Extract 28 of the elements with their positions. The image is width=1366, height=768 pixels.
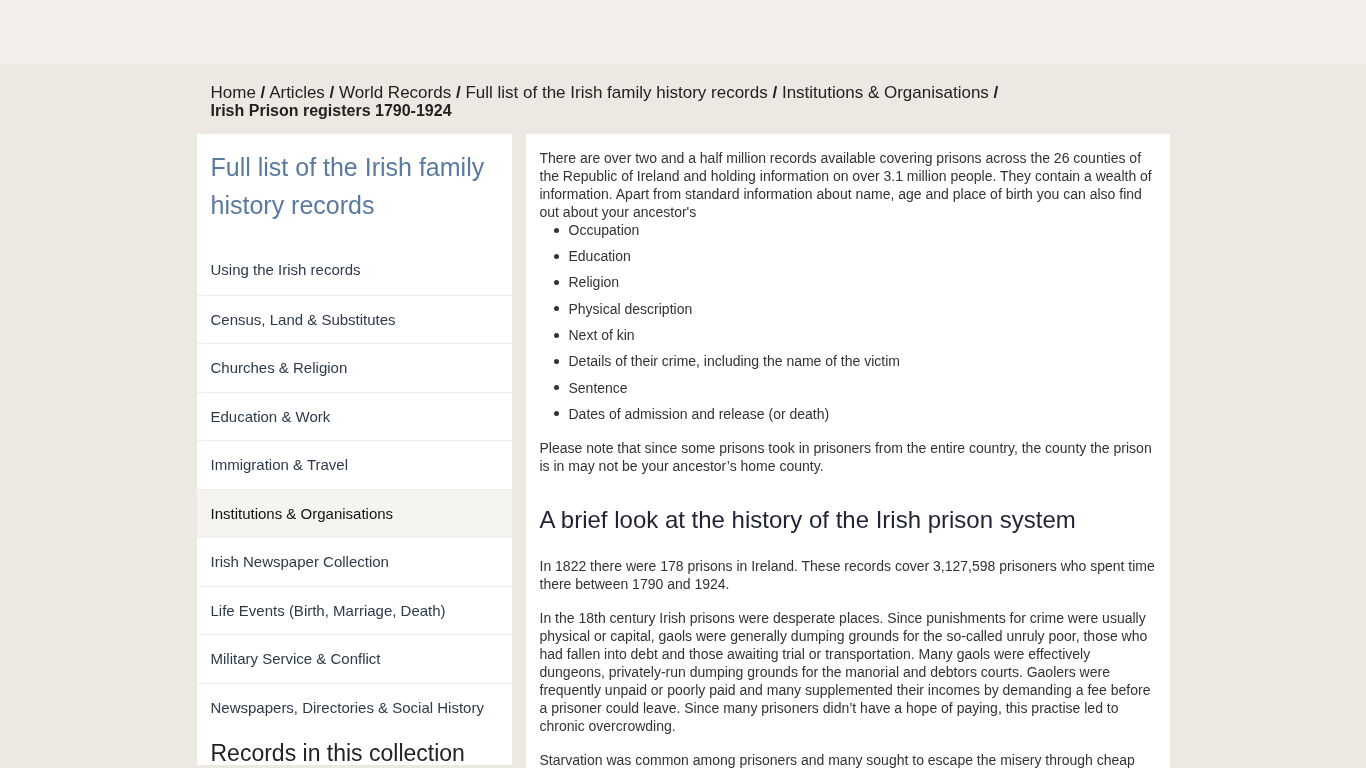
breadcrumb-separator: / — [772, 83, 778, 102]
body-paragraph: In the 18th century Irish prisons were desperate places. Since punishments for crime were usually physical or capital, gaols were generally dumping grounds for the so-called unruly poor, those who had fallen into debt and those awaiting trial or transportation. Many gaols were effectively dungeons, privately-run dumping grounds for the manorial and debtors courts. Gaolers were frequently unpaid or poorly paid and many supplemented their incomes by demanding a fee before a prisoner could leave. Since many prisoners didn’t have a hope of paying, this practise led to chronic overcrowding. — [539, 609, 1152, 736]
bullet-item: Religion — [568, 273, 620, 292]
section-heading: A brief look at the history of the Irish prison system — [539, 505, 1077, 536]
breadcrumb-separator: / — [455, 83, 461, 102]
breadcrumb-link[interactable]: Institutions & Organisations — [781, 83, 989, 102]
note-paragraph: Please note that since some prisons took in prisoners from the entire country, the county the prison is in may not be your ancestor’s home county. — [539, 439, 1153, 476]
breadcrumb-current: Irish Prison registers 1790-1924 — [210, 102, 453, 120]
breadcrumb-link[interactable]: Home — [210, 83, 256, 102]
bullet-item: Sentence — [568, 378, 628, 397]
bullet-item: Occupation — [568, 221, 640, 239]
breadcrumb-separator: / — [260, 83, 266, 102]
breadcrumb-link[interactable]: Full list of the Irish family history records — [465, 83, 768, 102]
sidebar-item[interactable]: Institutions & Organisations — [196, 488, 512, 537]
breadcrumb-link[interactable]: Articles — [269, 83, 325, 102]
body-paragraph: In 1822 there were 178 prisons in Ireland. These records cover 3,127,598 prisoners who spent time there between 1790 and 1924. — [539, 557, 1156, 594]
bullet-item: Education — [568, 247, 631, 266]
intro-paragraph: There are over two and a half million records available covering prisons across the 26 counties of the Republic of Ireland and holding information on over 3.1 million people. They contain a wealth of information. Apart from standard information about name, age and place of birth you can also find out about your ancestor's — [539, 149, 1153, 221]
sidebar-title: Full list of the Irish family history records — [209, 152, 486, 221]
breadcrumb-separator: / — [993, 83, 999, 102]
body-paragraph: Starvation was common among prisoners and many sought to escape the misery through cheap — [539, 751, 1136, 768]
bullet-item: Next of kin — [568, 326, 635, 345]
bullet-item: Details of their crime, including the name of the victim — [568, 352, 900, 371]
breadcrumb-link[interactable]: World Records — [339, 83, 452, 102]
breadcrumb-separator: / — [329, 83, 335, 102]
sidebar-section-heading: Records in this collection — [209, 739, 466, 765]
bullet-item: Dates of admission and release (or death) — [568, 404, 830, 423]
bullet-item: Physical description — [568, 299, 693, 318]
